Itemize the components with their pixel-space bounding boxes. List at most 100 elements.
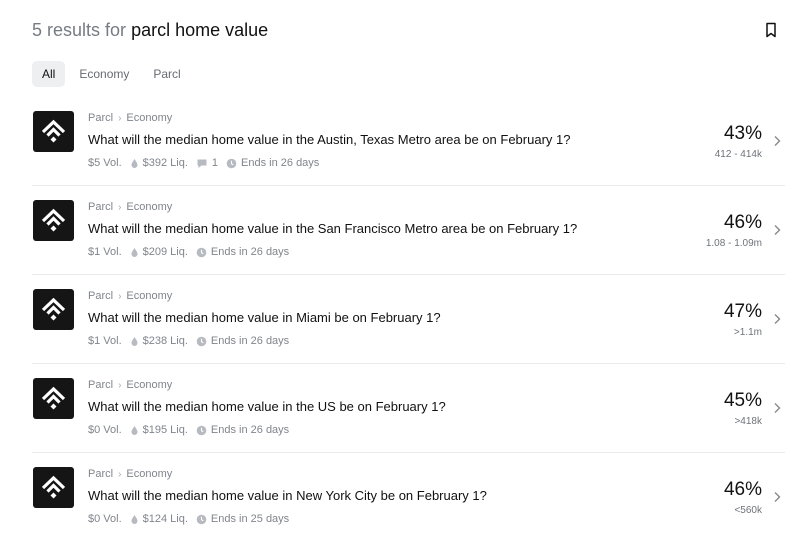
crumb-source[interactable]: Parcl — [88, 379, 113, 391]
probability: 45% — [723, 390, 762, 411]
crumb-category[interactable]: Economy — [126, 112, 172, 124]
chevron-right-icon[interactable] — [773, 313, 781, 325]
comment-icon — [197, 159, 207, 168]
crumb-source[interactable]: Parcl — [88, 112, 113, 124]
liquidity-text: $392 Liq. — [142, 157, 188, 169]
end-date-text: Ends in 26 days — [210, 335, 290, 347]
end-date: Ends in 26 days — [226, 157, 319, 169]
liquidity-text: $238 Liq. — [142, 335, 188, 347]
end-date: Ends in 26 days — [196, 246, 289, 258]
market-question[interactable]: What will the median home value in the U… — [88, 399, 446, 414]
liquidity: $238 Liq. — [130, 335, 188, 347]
comment-count: 1 — [211, 157, 219, 169]
result-row[interactable]: Parcl › Economy What will the median hom… — [32, 275, 785, 364]
parcl-logo — [33, 111, 74, 152]
breadcrumb: Parcl › Economy — [88, 112, 172, 124]
chevron-right-icon[interactable] — [773, 402, 781, 414]
crumb-category[interactable]: Economy — [126, 201, 172, 213]
end-date: Ends in 26 days — [196, 424, 289, 436]
probability: 43% — [723, 123, 762, 144]
chevron-right-icon: › — [118, 201, 122, 213]
volume: $0 Vol. — [88, 513, 122, 525]
volume-text: $0 Vol. — [88, 513, 122, 525]
liquidity-text: $124 Liq. — [142, 513, 188, 525]
market-meta: $0 Vol. $124 Liq. Ends in 25 days — [88, 513, 289, 525]
parcl-logo — [33, 289, 74, 330]
liquidity-text: $209 Liq. — [142, 246, 188, 258]
comments[interactable]: 1 — [196, 157, 218, 169]
results-title: 5 results for parcl home value — [32, 17, 780, 43]
search-results-page: 5 results for parcl home value All Econo… — [0, 0, 800, 541]
outcome-range: <560k — [734, 505, 762, 516]
result-row[interactable]: Parcl › Economy What will the median hom… — [32, 453, 785, 541]
crumb-source[interactable]: Parcl — [88, 468, 113, 480]
tab-economy[interactable]: Economy — [69, 61, 139, 87]
liquidity: $195 Liq. — [130, 424, 188, 436]
breadcrumb: Parcl › Economy — [88, 201, 172, 213]
volume: $1 Vol. — [88, 335, 122, 347]
droplet-icon — [131, 336, 138, 346]
volume: $1 Vol. — [88, 246, 122, 258]
filter-tabs: All Economy Parcl — [32, 61, 191, 87]
liquidity: $392 Liq. — [130, 157, 188, 169]
probability: 47% — [723, 301, 762, 322]
market-meta: $1 Vol. $238 Liq. Ends in 26 days — [88, 335, 289, 347]
crumb-category[interactable]: Economy — [126, 290, 172, 302]
market-meta: $5 Vol. $392 Liq. 1 Ends in 26 days — [88, 157, 319, 169]
outcome-range: 412 - 414k — [714, 149, 762, 160]
liquidity: $209 Liq. — [130, 246, 188, 258]
market-meta: $0 Vol. $195 Liq. Ends in 26 days — [88, 424, 289, 436]
crumb-category[interactable]: Economy — [126, 379, 172, 391]
parcl-logo — [33, 200, 74, 241]
tab-parcl[interactable]: Parcl — [143, 61, 190, 87]
volume: $5 Vol. — [88, 157, 122, 169]
market-question[interactable]: What will the median home value in Miami… — [88, 310, 441, 325]
market-question[interactable]: What will the median home value in the S… — [88, 221, 577, 236]
clock-icon — [196, 425, 207, 435]
bookmark-icon[interactable] — [762, 21, 780, 39]
droplet-icon — [131, 158, 138, 168]
tab-all[interactable]: All — [32, 61, 66, 87]
chevron-right-icon[interactable] — [773, 224, 781, 236]
clock-icon — [196, 247, 207, 257]
crumb-category[interactable]: Economy — [126, 468, 172, 480]
chevron-right-icon[interactable] — [773, 135, 781, 147]
volume-text: $5 Vol. — [88, 157, 122, 169]
liquidity: $124 Liq. — [130, 513, 188, 525]
outcome-range: >418k — [734, 416, 762, 427]
clock-icon — [196, 336, 207, 346]
end-date-text: Ends in 26 days — [210, 246, 290, 258]
chevron-right-icon[interactable] — [773, 491, 781, 503]
chevron-right-icon: › — [118, 112, 122, 124]
result-row[interactable]: Parcl › Economy What will the median hom… — [32, 186, 785, 275]
chevron-right-icon: › — [118, 468, 122, 480]
end-date-text: Ends in 25 days — [210, 513, 290, 525]
liquidity-text: $195 Liq. — [142, 424, 188, 436]
chevron-right-icon: › — [118, 290, 122, 302]
breadcrumb: Parcl › Economy — [88, 379, 172, 391]
volume: $0 Vol. — [88, 424, 122, 436]
volume-text: $0 Vol. — [88, 424, 122, 436]
end-date: Ends in 25 days — [196, 513, 289, 525]
result-row[interactable]: Parcl › Economy What will the median hom… — [32, 97, 785, 186]
volume-text: $1 Vol. — [88, 335, 122, 347]
breadcrumb: Parcl › Economy — [88, 290, 172, 302]
market-question[interactable]: What will the median home value in the A… — [88, 132, 570, 147]
results-list: Parcl › Economy What will the median hom… — [32, 97, 785, 541]
result-row[interactable]: Parcl › Economy What will the median hom… — [32, 364, 785, 453]
outcome-range: 1.08 - 1.09m — [705, 238, 762, 249]
probability: 46% — [723, 212, 762, 233]
outcome-range: >1.1m — [733, 327, 762, 338]
end-date: Ends in 26 days — [196, 335, 289, 347]
end-date-text: Ends in 26 days — [210, 424, 290, 436]
market-question[interactable]: What will the median home value in New Y… — [88, 488, 487, 503]
crumb-source[interactable]: Parcl — [88, 290, 113, 302]
crumb-source[interactable]: Parcl — [88, 201, 113, 213]
parcl-logo — [33, 378, 74, 419]
clock-icon — [196, 514, 207, 524]
probability: 46% — [723, 479, 762, 500]
chevron-right-icon: › — [118, 379, 122, 391]
market-meta: $1 Vol. $209 Liq. Ends in 26 days — [88, 246, 289, 258]
end-date-text: Ends in 26 days — [241, 157, 320, 169]
volume-text: $1 Vol. — [88, 246, 122, 258]
